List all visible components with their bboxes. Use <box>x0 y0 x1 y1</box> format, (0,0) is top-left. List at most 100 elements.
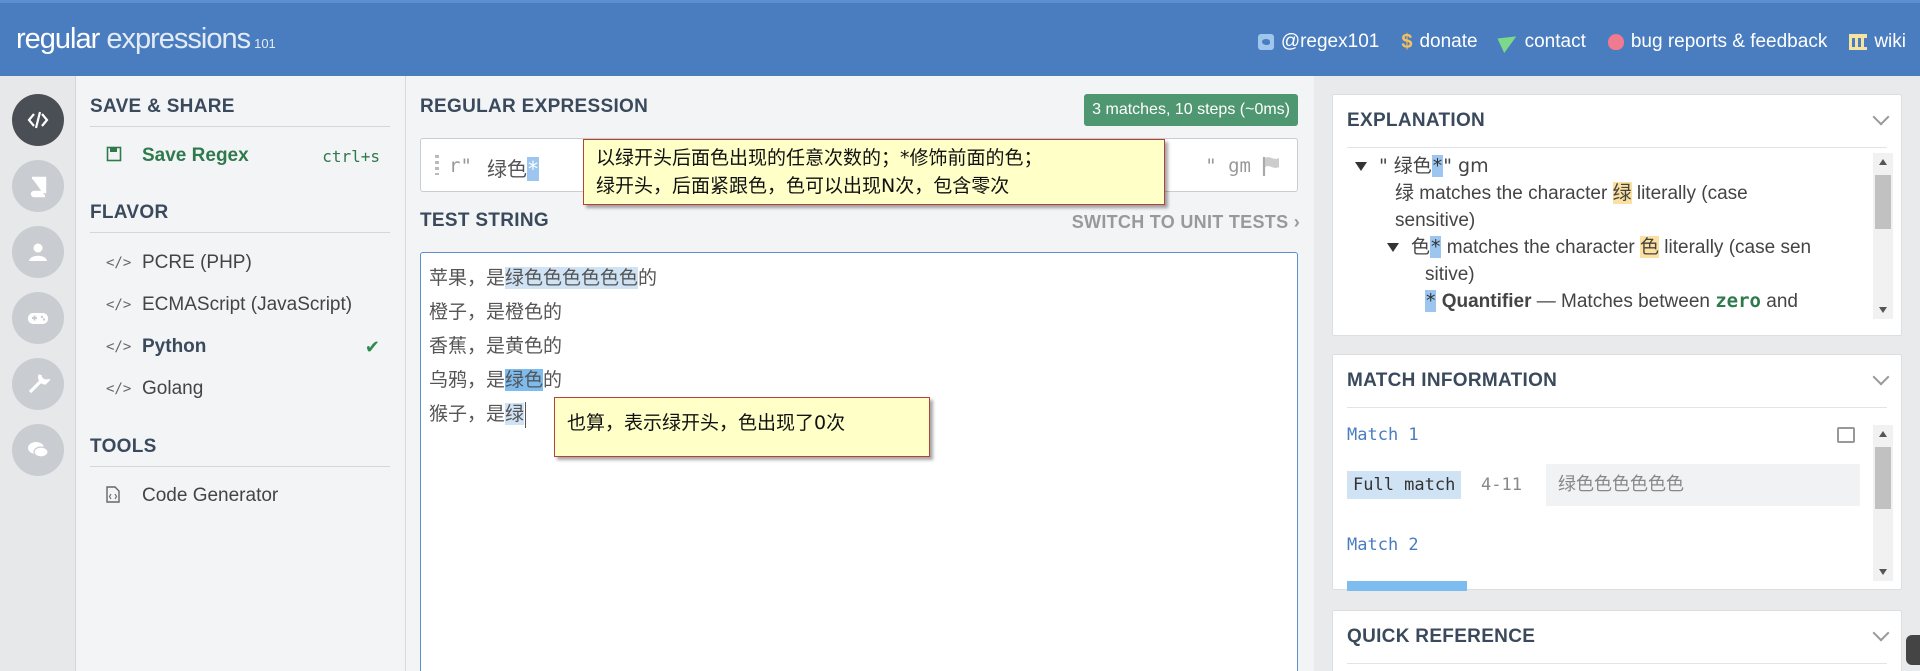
paper-plane-icon <box>1497 30 1521 54</box>
explanation-line: sensitive) <box>1395 210 1476 231</box>
rail-settings-button[interactable] <box>12 358 64 410</box>
flavor-python[interactable]: </> Python ✔ <box>106 336 386 358</box>
explanation-card: EXPLANATION " 绿色*" gm 绿 matches the char… <box>1332 94 1902 336</box>
match-highlight: 绿色色色色色色 <box>505 267 639 289</box>
resize-handle[interactable] <box>1906 635 1920 665</box>
scroll-up-icon[interactable] <box>1879 159 1887 165</box>
icon-rail <box>0 76 76 671</box>
match-1-range: 4-11 <box>1481 475 1522 495</box>
book-icon <box>30 176 47 198</box>
chat-icon <box>28 442 49 458</box>
chevron-right-icon: › <box>1293 212 1300 232</box>
wrench-icon <box>28 374 50 394</box>
match-highlight: 绿 <box>505 403 525 425</box>
file-code-icon <box>106 485 130 507</box>
flavor-ecmascript[interactable]: </> ECMAScript (JavaScript) <box>106 294 386 316</box>
share-icon[interactable] <box>1837 427 1855 443</box>
rail-library-button[interactable] <box>12 160 64 212</box>
header-link-contact[interactable]: contact <box>1497 30 1586 54</box>
test-line: 橙子，是橙色的 <box>429 301 563 323</box>
match-count-badge: 3 matches, 10 steps (~0ms) <box>1084 94 1298 126</box>
header-link-twitter[interactable]: @regex101 <box>1257 31 1379 53</box>
annotation-note-regex: 以绿开头后面色出现的任意次数的；*修饰前面的色； 绿开头，后面紧跟色，色可以出现… <box>583 139 1165 205</box>
header-link-wiki[interactable]: wiki <box>1849 31 1906 53</box>
flag-icon[interactable] <box>1261 155 1281 177</box>
match-2-label: Match 2 <box>1347 535 1419 555</box>
top-header: regular expressions 101 @regex101 $ donate… <box>0 0 1920 76</box>
twitter-icon <box>1257 34 1274 50</box>
match-1-value[interactable]: 绿色色色色色色 <box>1546 464 1860 506</box>
tools-title: TOOLS <box>90 436 157 457</box>
bug-icon <box>1607 34 1624 50</box>
save-shortcut: ctrl+s <box>322 146 380 166</box>
header-links: @regex101 $ donate contact bug reports & … <box>1257 30 1906 54</box>
brand-logo[interactable]: regular expressions 101 <box>16 23 276 56</box>
save-share-title: SAVE & SHARE <box>90 96 235 117</box>
divider <box>1347 147 1887 148</box>
explanation-line: 色* matches the character 色 literally (ca… <box>1387 234 1811 261</box>
code-icon: </> <box>106 255 132 271</box>
chevron-down-icon[interactable] <box>1872 368 1890 386</box>
rail-account-button[interactable] <box>12 226 64 278</box>
flavor-pcre[interactable]: </> PCRE (PHP) <box>106 252 386 274</box>
sidebar: SAVE & SHARE Save Regex ctrl+s FLAVOR </… <box>76 76 406 671</box>
match-2-highlight <box>1347 581 1467 591</box>
divider <box>90 466 390 467</box>
divider <box>1347 407 1887 408</box>
drag-handle-icon[interactable] <box>435 155 439 175</box>
regex-flags[interactable]: " gm <box>1205 155 1251 177</box>
header-link-donate[interactable]: $ donate <box>1401 31 1477 53</box>
match-information-title: MATCH INFORMATION <box>1347 370 1558 391</box>
test-line: 乌鸦，是绿色的 <box>429 369 563 391</box>
floppy-disk-icon <box>106 146 130 166</box>
switch-to-unit-tests-link[interactable]: SWITCH TO UNIT TESTS › <box>1072 212 1300 233</box>
match-info-scrollbar[interactable] <box>1873 425 1893 581</box>
code-generator-item[interactable]: Code Generator <box>106 485 386 507</box>
collapse-triangle-icon[interactable] <box>1355 162 1367 172</box>
save-regex-button[interactable]: Save Regex ctrl+s <box>106 145 386 167</box>
chevron-down-icon[interactable] <box>1872 108 1890 126</box>
header-link-bug-reports[interactable]: bug reports & feedback <box>1607 31 1827 53</box>
flavor-title: FLAVOR <box>90 202 169 223</box>
explanation-line: " 绿色*" gm <box>1355 153 1489 180</box>
regex-delimiter-open: r" <box>449 155 472 177</box>
rail-chat-button[interactable] <box>12 424 64 476</box>
regex-pattern: 绿色* <box>487 157 540 181</box>
divider <box>90 126 390 127</box>
bank-icon <box>1849 34 1868 50</box>
right-panel: EXPLANATION " 绿色*" gm 绿 matches the char… <box>1314 76 1920 671</box>
rail-quiz-button[interactable] <box>12 292 64 344</box>
collapse-triangle-icon[interactable] <box>1387 243 1399 253</box>
code-icon: </> <box>106 381 132 397</box>
flavor-golang[interactable]: </> Golang <box>106 378 386 400</box>
scroll-down-icon[interactable] <box>1879 307 1887 313</box>
annotation-note-zero-match: 也算，表示绿开头，色出现了0次 <box>554 397 930 457</box>
test-line: 香蕉，是黄色的 <box>429 335 563 357</box>
checkmark-icon: ✔ <box>364 336 380 357</box>
full-match-label: Full match <box>1347 471 1462 499</box>
match-information-card: MATCH INFORMATION Match 1 Full match 4-1… <box>1332 354 1902 591</box>
scroll-up-icon[interactable] <box>1879 431 1887 437</box>
explanation-line: sitive) <box>1425 264 1475 285</box>
test-string-label: TEST STRING <box>420 210 549 231</box>
rail-editor-button[interactable] <box>12 94 64 146</box>
chevron-down-icon[interactable] <box>1872 624 1890 642</box>
explanation-title: EXPLANATION <box>1347 110 1486 131</box>
test-string-editor[interactable]: 苹果，是绿色色色色色色的 橙子，是橙色的 香蕉，是黄色的 乌鸦，是绿色的 猴子，… <box>420 252 1298 671</box>
gamepad-icon <box>28 313 48 324</box>
dollar-icon: $ <box>1401 31 1413 53</box>
divider <box>1347 663 1887 664</box>
text-caret <box>525 401 527 428</box>
quick-reference-title: QUICK REFERENCE <box>1347 626 1536 647</box>
quick-reference-card: QUICK REFERENCE <box>1332 610 1902 671</box>
scroll-thumb[interactable] <box>1875 175 1891 229</box>
regex-label: REGULAR EXPRESSION <box>420 96 649 117</box>
explanation-scrollbar[interactable] <box>1873 153 1893 319</box>
scroll-thumb[interactable] <box>1875 447 1891 509</box>
code-icon: </> <box>106 297 132 313</box>
test-line: 苹果，是绿色色色色色色的 <box>429 267 658 289</box>
explanation-line: * Quantifier — Matches between zero and <box>1425 290 1798 312</box>
match-1-label: Match 1 <box>1347 425 1419 445</box>
explanation-line: 绿 matches the character 绿 literally (cas… <box>1395 182 1748 204</box>
scroll-down-icon[interactable] <box>1879 569 1887 575</box>
